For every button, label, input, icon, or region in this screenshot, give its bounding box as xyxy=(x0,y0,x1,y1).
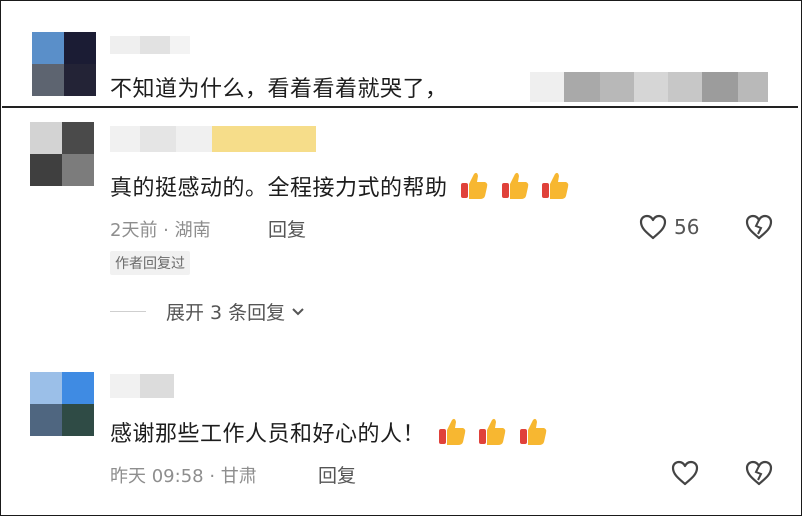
broken-heart-icon xyxy=(745,214,773,240)
username-blurred[interactable] xyxy=(110,374,174,398)
avatar[interactable] xyxy=(30,122,94,186)
comment-text-body: 感谢那些工作人员和好心的人！ xyxy=(110,422,426,447)
comments-panel: 真的挺感动的。全程接力式的帮助 2天前 · 湖南 回复 56 作者回复过 展开 … xyxy=(2,108,798,514)
time-location: 2天前 · 湖南 xyxy=(110,220,211,241)
comment-text: 感谢那些工作人员和好心的人！ xyxy=(110,416,547,448)
thumbs-up-emoji-icon xyxy=(542,172,569,199)
like-count: 56 xyxy=(674,215,700,239)
time-location: 昨天 09:58 · 甘肃 xyxy=(110,466,257,487)
chevron-down-icon xyxy=(292,307,304,315)
thumbs-up-emoji-icon xyxy=(479,418,506,445)
thumbs-up-emoji-icon xyxy=(461,172,488,199)
dislike-button[interactable] xyxy=(744,458,774,492)
broken-heart-icon xyxy=(745,460,773,486)
like-button[interactable] xyxy=(638,212,668,246)
reply-button[interactable]: 回复 xyxy=(268,215,306,242)
comment-text-body: 真的挺感动的。全程接力式的帮助 xyxy=(110,176,448,201)
thumbs-up-emoji-icon xyxy=(519,418,546,445)
blurred-content xyxy=(530,72,768,102)
thumbs-up-emoji-icon xyxy=(438,418,465,445)
heart-icon xyxy=(671,460,699,486)
comment-text: 不知道为什么，看着看着就哭了， xyxy=(110,77,448,102)
avatar[interactable] xyxy=(32,32,96,96)
author-replied-badge: 作者回复过 xyxy=(110,251,190,275)
username-blurred[interactable] xyxy=(110,36,190,54)
expand-replies-button[interactable]: 展开 3 条回复 xyxy=(110,298,305,325)
heart-icon xyxy=(639,214,667,240)
avatar[interactable] xyxy=(30,372,94,436)
expand-replies-label: 展开 3 条回复 xyxy=(166,302,286,324)
comment-text: 真的挺感动的。全程接力式的帮助 xyxy=(110,170,569,202)
thumbs-up-emoji-icon xyxy=(501,172,528,199)
like-button[interactable] xyxy=(670,458,700,492)
divider xyxy=(110,311,146,312)
username-blurred[interactable] xyxy=(110,126,316,152)
reply-button[interactable]: 回复 xyxy=(318,461,356,488)
dislike-button[interactable] xyxy=(744,212,774,246)
comment-card-1: 不知道为什么，看着看着就哭了， xyxy=(2,2,798,108)
